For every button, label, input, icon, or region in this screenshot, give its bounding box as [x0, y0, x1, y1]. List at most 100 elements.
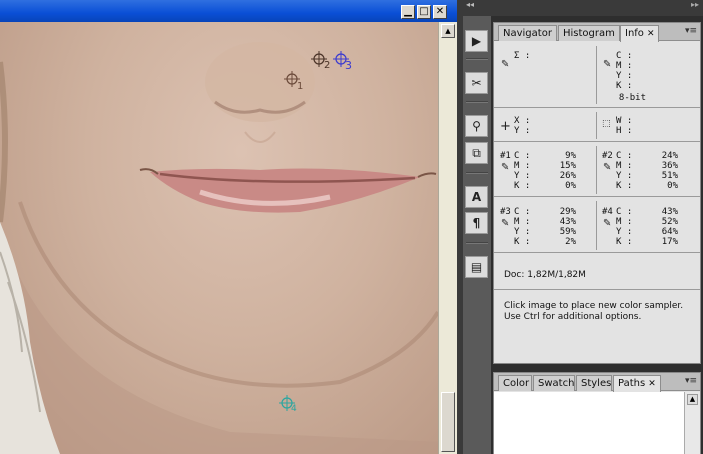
maximize-button[interactable]: □	[417, 5, 431, 19]
panel-icon-strip: ◂◂ ▶ ✂ ⚲ ⧉ A ¶ ▤	[463, 0, 491, 454]
divider	[596, 112, 597, 139]
sampler-2-id: #2	[602, 151, 613, 161]
strip-collapse-icon[interactable]: ◂◂	[463, 0, 491, 16]
scroll-thumb[interactable]	[441, 392, 455, 452]
document-window: ▁ □ ✕ 1 2 3 4 ▲	[0, 0, 457, 454]
color-sampler-3[interactable]: 3	[333, 51, 355, 76]
sampler-1-k: 0%	[565, 181, 576, 191]
tab-histogram[interactable]: Histogram	[558, 25, 620, 41]
panel-dock: ▸▸ Navigator Histogram Info ✕ ▾≡ ✎ Σ : ✎ …	[491, 0, 703, 454]
close-button[interactable]: ✕	[433, 5, 447, 19]
sampler-2-k: 0%	[667, 181, 678, 191]
divider	[466, 242, 488, 244]
sampler-row-3-4: #3 ✎ C : M : Y : K : 29% 43% 59% 2% #4 ✎…	[494, 198, 700, 253]
tab-swatches[interactable]: Swatches	[533, 375, 575, 391]
doc-size-row: Doc: 1,82M/1,82M	[494, 254, 700, 290]
scroll-up-arrow-icon[interactable]: ▲	[687, 394, 698, 405]
sampler-4-y: 64%	[661, 227, 678, 237]
sampler-1-m: 15%	[559, 161, 576, 171]
sampler-3-c: 29%	[559, 207, 576, 217]
paragraph-icon[interactable]: ¶	[465, 212, 488, 234]
eyedropper-icon[interactable]: ✎	[501, 59, 509, 70]
panel-menu-icon[interactable]: ▾≡	[685, 376, 697, 386]
tab-info[interactable]: Info ✕	[620, 25, 660, 42]
sampler-3-id: #3	[500, 207, 511, 217]
panel-menu-icon[interactable]: ▾≡	[685, 26, 697, 36]
eyedropper-icon[interactable]: ✎	[603, 59, 611, 70]
selection-size-icon: ⬚	[602, 119, 611, 129]
eyedropper-icon[interactable]: ✎	[501, 162, 509, 173]
sampler-k-label: K :	[514, 181, 531, 191]
photo-canvas[interactable]: 1 2 3 4	[0, 22, 438, 454]
face-image	[0, 42, 438, 454]
cmyk-c-label: C :	[616, 51, 633, 61]
position-row: + X : Y : ⬚ W : H :	[494, 109, 700, 142]
info-panel: Navigator Histogram Info ✕ ▾≡ ✎ Σ : ✎ C :…	[493, 22, 701, 364]
eyedropper-icon[interactable]: ✎	[603, 162, 611, 173]
paths-panel-tabs: Color Swatches Styles Paths✕ ▾≡	[494, 373, 700, 392]
divider	[596, 146, 597, 194]
divider	[466, 101, 488, 103]
tab-close-icon[interactable]: ✕	[648, 379, 656, 389]
sampler-y-label: Y :	[514, 227, 531, 237]
tab-styles[interactable]: Styles	[576, 375, 612, 391]
sum-label: Σ :	[514, 51, 531, 61]
sampler-row-1-2: #1 ✎ C : M : Y : K : 9% 15% 26% 0% #2 ✎ …	[494, 143, 700, 197]
sampler-target-icon	[279, 395, 295, 411]
sampler-m-label: M :	[616, 161, 633, 171]
y-label: Y :	[514, 126, 531, 136]
tab-label: Styles	[581, 378, 612, 389]
color-sampler-1[interactable]: 1	[284, 71, 306, 96]
sampler-4-id: #4	[602, 207, 613, 217]
doc-size: Doc: 1,82M/1,82M	[504, 270, 586, 280]
paths-scrollbar[interactable]: ▲	[684, 392, 700, 454]
layer-comps-icon[interactable]: ▤	[465, 256, 488, 278]
cmyk-y-label: Y :	[616, 71, 633, 81]
actions-icon[interactable]: ▶	[465, 30, 488, 52]
tools-icon[interactable]: ✂	[465, 72, 488, 94]
sampler-k-label: K :	[616, 237, 633, 247]
hint-line-2: Use Ctrl for additional options.	[504, 312, 642, 322]
paths-list[interactable]	[494, 392, 684, 454]
sampler-label: 2	[324, 60, 331, 71]
scroll-up-arrow-icon[interactable]: ▲	[441, 24, 455, 38]
color-readout-row: ✎ Σ : ✎ C : M : Y : K : 8-bit	[494, 42, 700, 108]
color-sampler-2[interactable]: 2	[311, 51, 333, 76]
sampler-c-label: C :	[514, 151, 531, 161]
divider	[466, 172, 488, 174]
hint-line-1: Click image to place new color sampler.	[504, 301, 684, 311]
sampler-3-m: 43%	[559, 217, 576, 227]
clone-source-icon[interactable]: ⚲	[465, 115, 488, 137]
tab-close-icon[interactable]: ✕	[647, 29, 655, 39]
sampler-4-k: 17%	[661, 237, 678, 247]
tab-paths[interactable]: Paths ✕	[613, 375, 661, 392]
document-titlebar[interactable]: ▁ □ ✕	[0, 0, 457, 22]
color-sampler-4[interactable]: 4	[279, 395, 301, 420]
minimize-button[interactable]: ▁	[401, 5, 415, 19]
paths-panel: Color Swatches Styles Paths✕ ▾≡ ▲	[493, 372, 701, 454]
tab-navigator[interactable]: Navigator	[498, 25, 557, 41]
tab-label: Paths	[618, 378, 646, 389]
sampler-y-label: Y :	[616, 171, 633, 181]
info-panel-tabs: Navigator Histogram Info ✕ ▾≡	[494, 23, 700, 42]
sampler-m-label: M :	[514, 161, 531, 171]
dock-collapse-icon[interactable]: ▸▸	[491, 0, 703, 16]
w-label: W :	[616, 116, 633, 126]
sampler-m-label: M :	[616, 217, 633, 227]
bit-depth: 8-bit	[618, 93, 646, 103]
eyedropper-icon[interactable]: ✎	[501, 218, 509, 229]
sampler-2-y: 51%	[661, 171, 678, 181]
tab-label: Info	[625, 28, 644, 39]
character-icon[interactable]: A	[465, 186, 488, 208]
vertical-scrollbar[interactable]: ▲	[438, 22, 457, 454]
sampler-k-label: K :	[616, 181, 633, 191]
sampler-c-label: C :	[616, 207, 633, 217]
tab-color[interactable]: Color	[498, 375, 532, 391]
x-label: X :	[514, 116, 531, 126]
tool-presets-icon[interactable]: ⧉	[465, 142, 488, 164]
cmyk-k-label: K :	[616, 81, 633, 91]
eyedropper-icon[interactable]: ✎	[603, 218, 611, 229]
sampler-c-label: C :	[616, 151, 633, 161]
sampler-label: 1	[297, 81, 304, 92]
sampler-1-c: 9%	[565, 151, 576, 161]
